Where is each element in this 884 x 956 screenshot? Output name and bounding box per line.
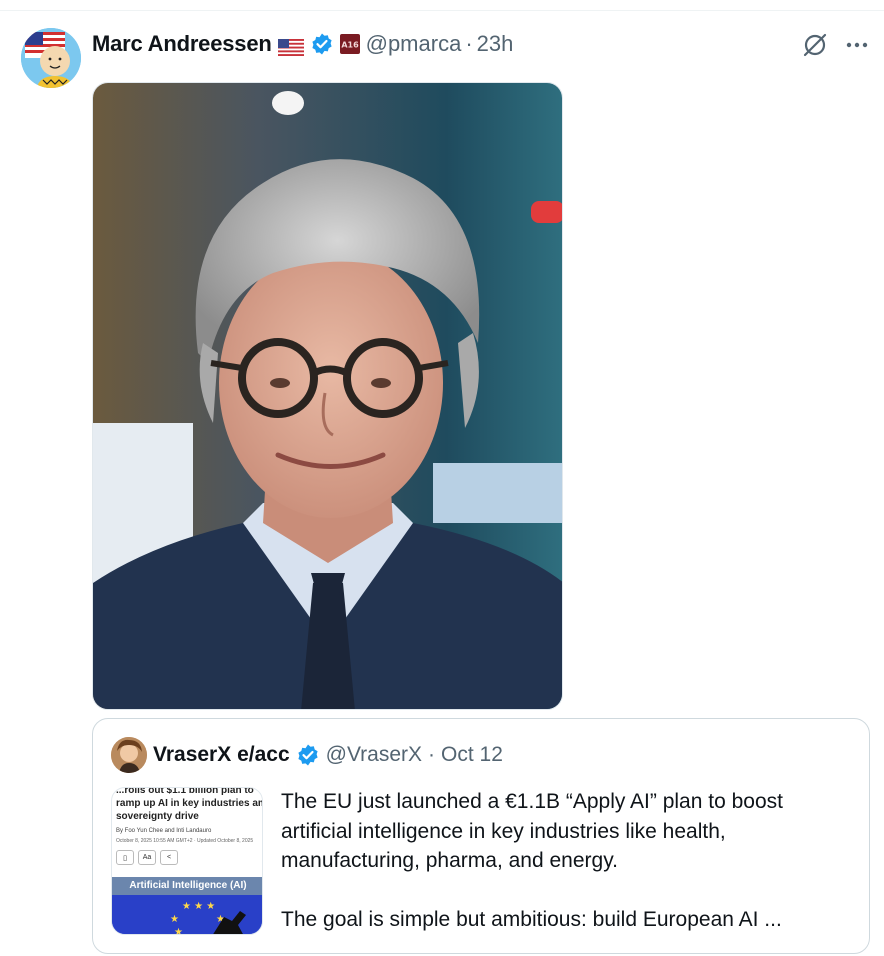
thumbnail-headline: ramp up AI in key industries amid [116,798,263,809]
thumbnail-byline: By Foo Yun Chee and Inti Landauro [116,828,212,834]
post-header: Marc Andreessen A16 @pmarca · 23h [92,28,513,60]
quoted-time[interactable]: Oct 12 [441,743,503,767]
post-time[interactable]: 23h [477,31,514,57]
quoted-author-avatar[interactable] [111,737,147,773]
affiliate-badge-icon[interactable]: A16 [339,34,360,54]
verified-badge-icon[interactable] [310,32,334,56]
grok-icon[interactable] [800,30,830,60]
eu-flag-image: ★ ★ ★ ★ ★ ★ [112,895,262,935]
top-divider [0,10,884,11]
quoted-text-paragraph: The EU just launched a €1.1B “Apply AI” … [281,790,783,872]
separator-dot: · [428,743,436,766]
author-avatar[interactable] [21,28,81,88]
svg-text:A16: A16 [341,41,359,50]
more-options-icon[interactable] [842,30,872,60]
quoted-handle[interactable]: @VraserX [326,743,422,767]
verified-badge-icon[interactable] [296,743,320,767]
author-name[interactable]: Marc Andreessen [92,31,272,57]
quoted-tweet-card[interactable]: VraserX e/acc @VraserX · Oct 12 ...rolls… [92,718,870,954]
svg-text:★ ★ ★: ★ ★ ★ [182,901,215,912]
svg-text:★: ★ [170,914,179,925]
separator-dot: · [465,31,473,56]
quoted-text: The EU just launched a €1.1B “Apply AI” … [281,787,841,934]
us-flag-icon [277,36,304,56]
quoted-thumbnail[interactable]: ...rolls out $1.1 billion plan to ramp u… [111,787,263,935]
post-photo[interactable] [92,82,563,710]
text-size-icon: Aa [138,850,156,865]
quoted-author-name[interactable]: VraserX e/acc [153,743,290,767]
author-handle[interactable]: @pmarca [366,31,462,57]
thumbnail-section-label: Artificial Intelligence (AI) [112,877,262,895]
thumbnail-date: October 8, 2025 10:55 AM GMT+2 · Updated… [116,838,254,844]
svg-text:★: ★ [174,927,183,935]
bookmark-icon: ▯ [116,850,134,865]
quoted-text-paragraph: The goal is simple but ambitious: build … [281,907,782,931]
thumbnail-icons: ▯ Aa < [116,850,178,865]
share-icon: < [160,850,178,865]
thumbnail-headline: sovereignty drive [116,811,199,822]
quoted-header: VraserX e/acc @VraserX · Oct 12 [153,739,503,771]
thumbnail-headline: ...rolls out $1.1 billion plan to [116,787,254,796]
